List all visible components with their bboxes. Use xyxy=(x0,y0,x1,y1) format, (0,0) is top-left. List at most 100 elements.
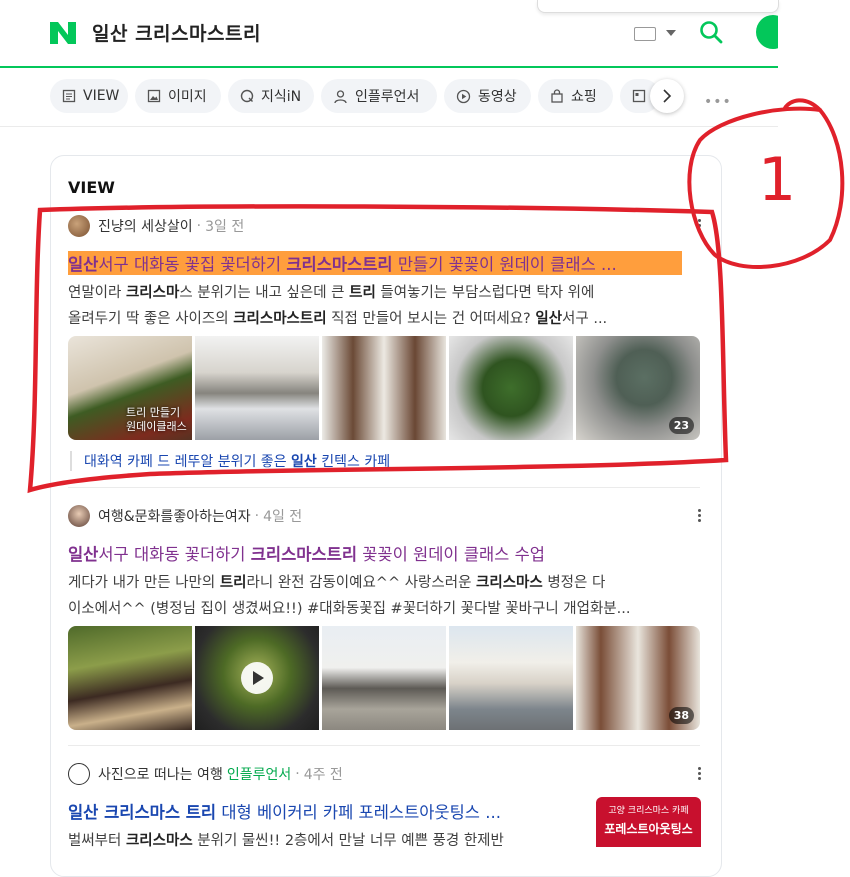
influencer-badge: 인플루언서 xyxy=(226,767,292,783)
desc-keyword: 크리스마스 xyxy=(476,575,543,591)
thumbnail-caption: 고양 크리스마스 카페 xyxy=(608,806,689,816)
play-icon xyxy=(456,89,471,103)
image-thumbnail[interactable] xyxy=(195,336,319,440)
author-name[interactable]: 진냥의 세상살이 xyxy=(98,216,193,236)
tab-label: VIEW xyxy=(83,88,120,104)
desc-keyword: 크리스마스 xyxy=(125,833,193,849)
divider xyxy=(0,126,778,127)
separator: · xyxy=(254,508,260,524)
desc-text: 게다가 내가 만든 나만의 xyxy=(68,575,220,591)
post-time: 4일 전 xyxy=(263,509,303,525)
result-description[interactable]: 벌써부터 크리스마스 분위기 물씬!! 2층에서 만날 너무 예쁜 풍경 한제반 xyxy=(68,828,578,854)
desc-keyword: 일산 xyxy=(535,311,563,327)
annotation-label: 1 xyxy=(758,145,796,215)
title-keyword: 일산 크리스마스 트리 xyxy=(68,803,217,822)
post-time: 3일 전 xyxy=(205,219,245,235)
q-icon xyxy=(240,89,254,103)
title-text: 서구 대화동 꽃집 꽃더하기 xyxy=(98,255,287,274)
tab-label: 지식iN xyxy=(261,89,302,105)
kebab-menu-icon[interactable] xyxy=(698,509,702,524)
tabs-next-button[interactable] xyxy=(650,79,684,113)
title-keyword: 일산 xyxy=(68,545,99,564)
tab-label: 쇼핑 xyxy=(571,89,597,105)
avatar xyxy=(68,763,90,785)
desc-keyword: 크리스마 xyxy=(125,285,180,301)
tab-kin[interactable]: 지식iN xyxy=(228,79,314,113)
person-icon xyxy=(334,89,347,103)
result-author[interactable]: 사진으로 떠나는 여행 인플루언서 · 4주 전 xyxy=(68,763,343,785)
image-thumbnail[interactable] xyxy=(449,626,573,730)
related-keyword: 일산 xyxy=(291,454,317,470)
title-text: 대형 베이커리 카페 포레스트아웃팅스 ... xyxy=(216,803,501,822)
section-title: VIEW xyxy=(68,178,115,197)
image-thumbnail[interactable] xyxy=(68,626,192,730)
tab-video[interactable]: 동영상 xyxy=(444,79,531,113)
desc-keyword: 크리스마스트리 xyxy=(233,311,327,327)
avatar xyxy=(68,215,90,237)
title-keyword: 크리스마스트리 xyxy=(250,545,357,564)
result-author[interactable]: 여행&문화를좋아하는여자 · 4일 전 xyxy=(68,505,302,527)
desc-text: 연말이라 xyxy=(68,285,126,301)
desc-text: 벌써부터 xyxy=(68,833,126,849)
desc-text: 직접 만들어 보시는 건 어떠세요? xyxy=(326,311,536,327)
image-thumbnail[interactable]: 23 xyxy=(576,336,700,440)
result-images: 트리 만들기 원데이클래스 23 xyxy=(68,336,700,440)
tab-images[interactable]: 이미지 xyxy=(135,79,221,113)
image-overlay-text: 트리 만들기 원데이클래스 xyxy=(126,406,187,433)
kebab-menu-icon[interactable] xyxy=(698,767,702,782)
chevron-right-icon xyxy=(663,89,672,103)
result-title[interactable]: 일산서구 대화동 꽃더하기 크리스마스트리 꽃꽂이 원데이 클래스 수업 xyxy=(68,541,700,565)
result-description[interactable]: 게다가 내가 만든 나만의 트리라니 완전 감동이예요^^ 사랑스러운 크리스마… xyxy=(68,570,700,622)
tab-label: 동영상 xyxy=(478,89,517,105)
result-title[interactable]: 일산서구 대화동 꽃집 꽃더하기 크리스마스트리 만들기 꽃꽂이 원데이 클래스… xyxy=(68,251,700,275)
tab-shopping[interactable]: 쇼핑 xyxy=(538,79,613,113)
tab-view[interactable]: VIEW xyxy=(50,79,128,113)
image-thumbnail[interactable] xyxy=(322,626,446,730)
tab-label: 인플루언서 xyxy=(355,89,420,105)
chevron-down-icon[interactable] xyxy=(666,30,676,36)
autocomplete-panel xyxy=(537,0,779,13)
keyboard-icon[interactable] xyxy=(634,27,656,41)
desc-text: 라니 완전 감동이예요^^ 사랑스러운 xyxy=(246,575,477,591)
desc-keyword: 트리 xyxy=(219,575,247,591)
play-button-icon[interactable] xyxy=(241,662,273,694)
search-button[interactable] xyxy=(756,15,778,49)
result-author[interactable]: 진냥의 세상살이 · 3일 전 xyxy=(68,215,244,237)
image-thumbnail[interactable]: 고양 크리스마스 카페 포레스트아웃팅스 xyxy=(596,797,701,847)
desc-text: 스 분위기는 내고 싶은데 큰 xyxy=(179,285,350,301)
title-text: 만들기 꽃꽂이 원데이 클래스 ... xyxy=(392,255,617,274)
image-icon xyxy=(147,89,161,103)
search-icon[interactable] xyxy=(699,20,723,44)
video-thumbnail[interactable] xyxy=(195,626,319,730)
document-icon xyxy=(62,89,76,103)
separator: · xyxy=(196,218,202,234)
title-keyword: 크리스마스트리 xyxy=(286,255,393,274)
divider xyxy=(68,745,700,746)
divider xyxy=(68,487,700,488)
image-thumbnail[interactable] xyxy=(322,336,446,440)
related-text: 킨텍스 카페 xyxy=(316,454,391,470)
post-time: 4주 전 xyxy=(303,767,343,783)
author-name[interactable]: 여행&문화를좋아하는여자 xyxy=(98,506,251,526)
image-thumbnail[interactable]: 트리 만들기 원데이클래스 xyxy=(68,336,192,440)
image-thumbnail[interactable] xyxy=(449,336,573,440)
result-title[interactable]: 일산 크리스마스 트리 대형 베이커리 카페 포레스트아웃팅스 ... xyxy=(68,799,578,823)
desc-text: 분위기 물씬!! 2층에서 만날 너무 예쁜 풍경 한제반 xyxy=(192,833,504,849)
result-description[interactable]: 연말이라 크리스마스 분위기는 내고 싶은데 큰 트리 들여놓기는 부담스럽다면… xyxy=(68,280,700,332)
author-name[interactable]: 사진으로 떠나는 여행 xyxy=(98,764,223,784)
desc-text: 올려두기 딱 좋은 사이즈의 xyxy=(68,311,234,327)
image-thumbnail[interactable]: 38 xyxy=(576,626,700,730)
tab-label: 이미지 xyxy=(168,89,207,105)
tab-influencer[interactable]: 인플루언서 xyxy=(321,79,437,113)
desc-text: 서구 ... xyxy=(562,311,608,327)
search-query[interactable]: 일산 크리스마스트리 xyxy=(92,19,261,46)
image-count-badge: 23 xyxy=(668,417,694,434)
naver-logo-icon[interactable] xyxy=(50,22,76,44)
title-text: 꽃꽂이 원데이 클래스 수업 xyxy=(357,545,545,564)
result-images: 38 xyxy=(68,626,700,730)
separator: · xyxy=(295,766,300,782)
more-options-icon[interactable]: ••• xyxy=(704,94,732,110)
title-keyword: 일산 xyxy=(68,255,99,274)
related-link[interactable]: 대화역 카페 드 레뚜알 분위기 좋은 일산 킨텍스 카페 xyxy=(70,451,390,471)
kebab-menu-icon[interactable] xyxy=(698,219,702,234)
